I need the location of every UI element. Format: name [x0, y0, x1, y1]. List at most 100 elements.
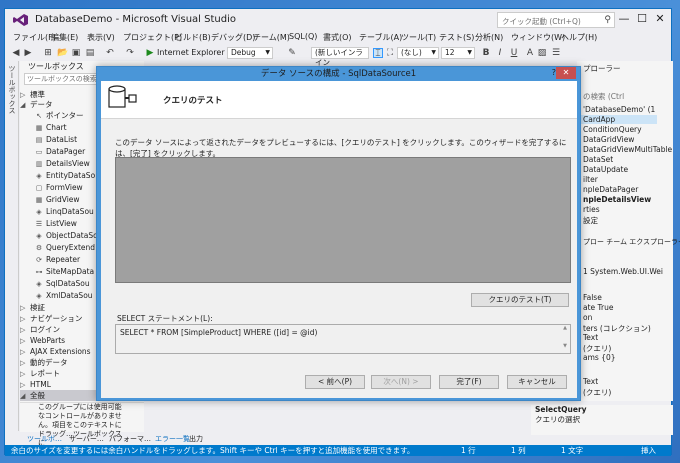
- solution-search-input[interactable]: の検索 (Ctrl: [583, 91, 624, 102]
- property-row[interactable]: Text: [583, 333, 598, 342]
- toolbox-group-dynamic-data[interactable]: ▷ 動的データ: [20, 357, 68, 368]
- save-icon[interactable]: ▣: [71, 48, 81, 58]
- sql-scrollbar[interactable]: ▲ ▼: [560, 325, 570, 353]
- toolbox-group-login[interactable]: ▷ ログイン: [20, 324, 60, 335]
- toolbox-item-xmldatasource[interactable]: ◈ XmlDataSou: [32, 290, 92, 301]
- solution-item[interactable]: npleDetailsView: [583, 195, 651, 204]
- tab-server-explorer[interactable]: サーバー…: [69, 434, 104, 444]
- solution-item[interactable]: 'DatabaseDemo' (1: [583, 105, 655, 114]
- menu-analyze[interactable]: 分析(N): [475, 32, 503, 43]
- run-icon[interactable]: ▶: [145, 48, 155, 58]
- property-row[interactable]: ams {0}: [583, 353, 616, 362]
- close-button[interactable]: ✕: [651, 11, 669, 27]
- size-select[interactable]: 12 ▼: [441, 47, 475, 59]
- toolbox-item-datapager[interactable]: ▭ DataPager: [32, 146, 85, 157]
- toolbox-group-validation[interactable]: ▷ 検証: [20, 302, 45, 313]
- style-select[interactable]: (新しいインライン: [311, 47, 369, 67]
- menu-sql[interactable]: SQL(Q): [289, 32, 317, 41]
- menu-project[interactable]: プロジェクト(P): [123, 32, 182, 43]
- browser-select[interactable]: Internet Explorer: [157, 46, 225, 60]
- toolbox-item-listview[interactable]: ☰ ListView: [32, 218, 77, 229]
- property-row[interactable]: (クエリ): [583, 387, 611, 398]
- previous-button[interactable]: < 前へ(P): [305, 375, 365, 389]
- font-select[interactable]: (なし) ▼: [397, 47, 439, 59]
- solution-item[interactable]: DataUpdate: [583, 165, 628, 174]
- cancel-button[interactable]: キャンセル: [507, 375, 567, 389]
- property-row[interactable]: Text: [583, 377, 598, 386]
- back-icon[interactable]: ◀: [11, 48, 21, 58]
- test-query-button[interactable]: クエリのテスト(T): [471, 293, 569, 307]
- toolbox-section-data[interactable]: ◢ データ: [20, 99, 53, 110]
- solution-item[interactable]: npleDataPager: [583, 185, 638, 194]
- next-button[interactable]: 次へ(N) >: [371, 375, 431, 389]
- target-rule-icon[interactable]: ⛶: [385, 48, 395, 58]
- toolbox-item-chart[interactable]: ▦ Chart: [32, 122, 67, 133]
- align-icon[interactable]: ☰: [551, 48, 561, 58]
- menu-build[interactable]: ビルド(B): [175, 32, 211, 43]
- forward-icon[interactable]: ▶: [23, 48, 33, 58]
- toolbox-item-detailsview[interactable]: ▥ DetailsView: [32, 158, 90, 169]
- redo-icon[interactable]: ↷: [125, 48, 135, 58]
- menu-table[interactable]: テーブル(A): [359, 32, 402, 43]
- toolbox-item-queryextender[interactable]: ⚙ QueryExtend: [32, 242, 95, 253]
- explorer-tabs[interactable]: プロー チーム エクスプローラー: [583, 237, 680, 247]
- solution-item[interactable]: DataSet: [583, 155, 613, 164]
- menu-edit[interactable]: 編集(E): [51, 32, 78, 43]
- menu-debug[interactable]: デバッグ(D): [211, 32, 255, 43]
- minimize-button[interactable]: —: [615, 11, 633, 27]
- solution-item[interactable]: 設定: [583, 215, 598, 226]
- menu-format[interactable]: 書式(O): [323, 32, 352, 43]
- toolbox-item-pointer[interactable]: ↖ ポインター: [32, 110, 83, 121]
- menu-window[interactable]: ウィンドウ(W): [511, 32, 565, 43]
- solution-item[interactable]: rties: [583, 205, 600, 214]
- solution-item[interactable]: DataGridViewMultiTable: [583, 145, 672, 154]
- open-icon[interactable]: 📂: [57, 48, 68, 58]
- toolbox-item-datalist[interactable]: ▤ DataList: [32, 134, 77, 145]
- property-row[interactable]: False: [583, 293, 602, 302]
- toolbox-item-objectdatasource[interactable]: ◈ ObjectDataSo: [32, 230, 97, 241]
- toolbox-item-linqdatasource[interactable]: ◈ LinqDataSou: [32, 206, 94, 217]
- save-all-icon[interactable]: ▤: [85, 48, 95, 58]
- finish-button[interactable]: 完了(F): [439, 375, 499, 389]
- solution-item[interactable]: ilter: [583, 175, 598, 184]
- solution-item[interactable]: DataGridView: [583, 135, 634, 144]
- toolbox-item-formview[interactable]: ▢ FormView: [32, 182, 83, 193]
- tab-toolbox[interactable]: ツールボ…: [27, 434, 62, 444]
- underline-icon[interactable]: U: [509, 48, 519, 58]
- sql-statement-box[interactable]: SELECT * FROM [SimpleProduct] WHERE ([id…: [115, 324, 571, 354]
- font-color-icon[interactable]: A: [525, 48, 535, 58]
- tab-performance[interactable]: パフォーマ…: [109, 434, 151, 444]
- toolbox-group-html[interactable]: ▷ HTML: [20, 379, 51, 390]
- solution-item-selected[interactable]: CardApp: [577, 115, 657, 124]
- property-row[interactable]: on: [583, 313, 592, 322]
- toolbox-side-tab[interactable]: ツールボックス: [7, 65, 17, 114]
- undo-icon[interactable]: ↶: [105, 48, 115, 58]
- new-project-icon[interactable]: ⊞: [43, 48, 53, 58]
- menu-team[interactable]: チーム(M): [253, 32, 290, 43]
- restore-button[interactable]: ☐: [633, 11, 651, 27]
- solution-item[interactable]: ConditionQuery: [583, 125, 642, 134]
- tab-error-list[interactable]: エラー一覧: [155, 434, 190, 444]
- toolbox-item-sqldatasource[interactable]: ◈ SqlDataSou: [32, 278, 89, 289]
- dialog-close-button[interactable]: ✕: [556, 67, 576, 79]
- toolbox-group-webparts[interactable]: ▷ WebParts: [20, 335, 65, 346]
- toolbox-group-ajax[interactable]: ▷ AJAX Extensions: [20, 346, 91, 357]
- toolbox-group-reports[interactable]: ▷ レポート: [20, 368, 60, 379]
- tab-output[interactable]: 出力: [189, 434, 203, 444]
- menu-test[interactable]: テスト(S): [439, 32, 474, 43]
- property-row[interactable]: ate True: [583, 303, 613, 312]
- italic-icon[interactable]: I: [495, 48, 505, 58]
- highlight-icon[interactable]: ▨: [537, 48, 547, 58]
- toolbox-item-repeater[interactable]: ⟳ Repeater: [32, 254, 80, 265]
- toolbox-group-navigation[interactable]: ▷ ナビゲーション: [20, 313, 82, 324]
- menu-help[interactable]: ヘルプ(H): [561, 32, 597, 43]
- menu-file[interactable]: ファイル(F): [13, 32, 56, 43]
- menu-view[interactable]: 表示(V): [87, 32, 115, 43]
- bold-icon[interactable]: B: [481, 48, 491, 58]
- quick-launch-input[interactable]: クイック起動 (Ctrl+Q) ⚲: [497, 12, 615, 28]
- toolbox-item-entitydatasource[interactable]: ◈ EntityDataSo: [32, 170, 95, 181]
- css-icon[interactable]: ✎: [287, 48, 297, 58]
- config-select[interactable]: Debug ▼: [227, 47, 273, 59]
- toolbox-item-gridview[interactable]: ▦ GridView: [32, 194, 80, 205]
- toolbox-item-sitemapdatasource[interactable]: ⊶ SiteMapData: [32, 266, 95, 277]
